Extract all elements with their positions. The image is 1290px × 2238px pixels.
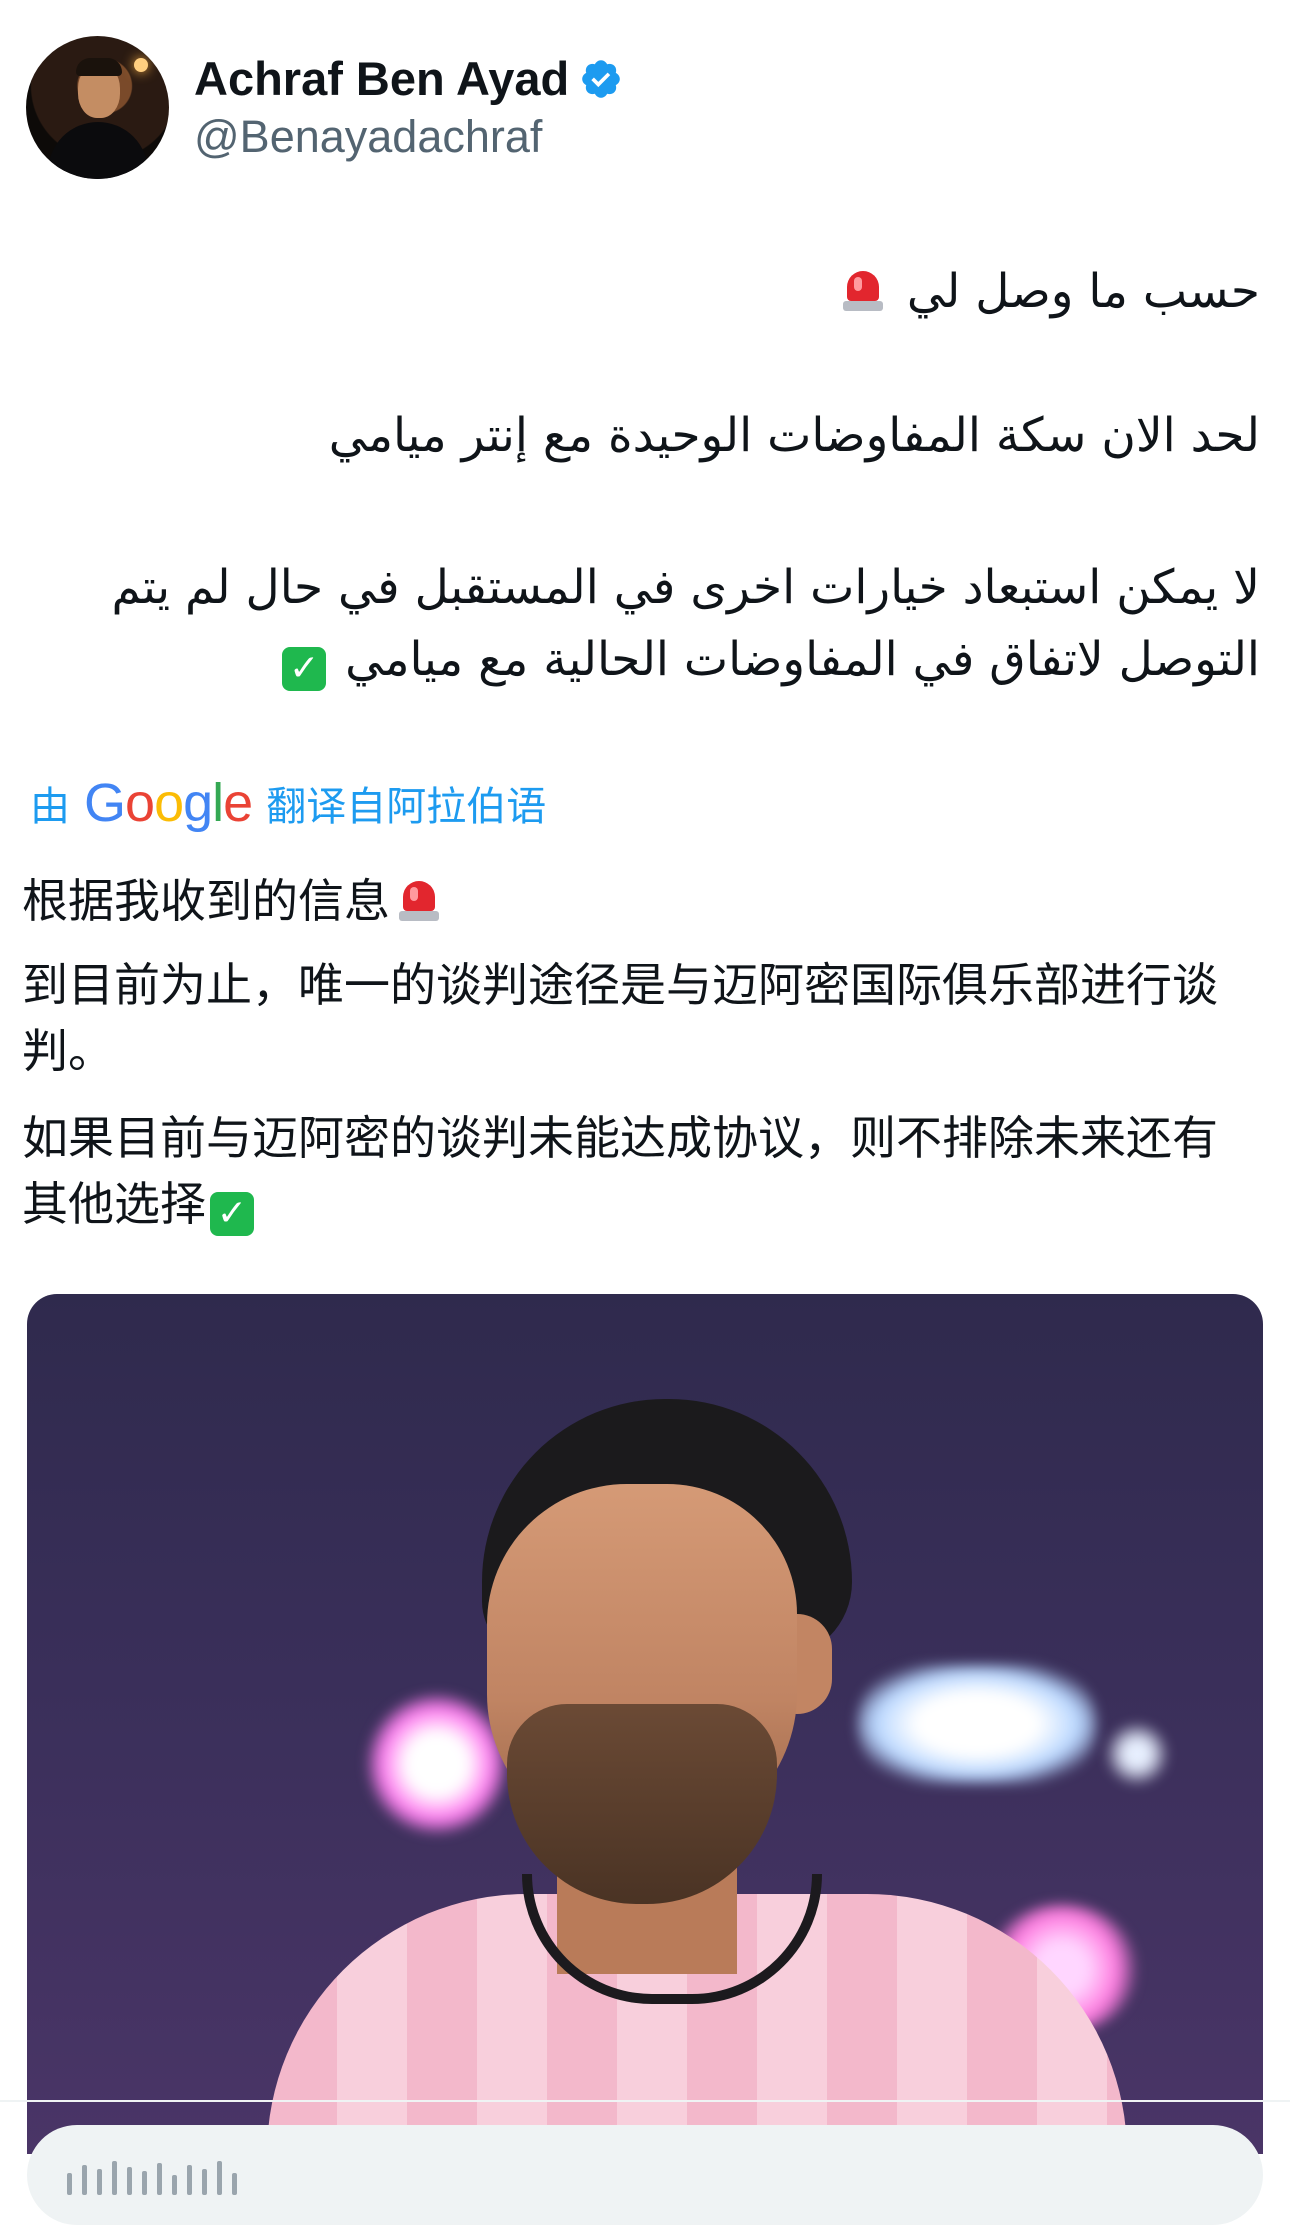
reply-input[interactable] <box>27 2125 1263 2225</box>
translated-suffix: 翻译自阿拉伯语 <box>266 784 547 830</box>
check-mark-button-icon: ✓ <box>210 1192 254 1236</box>
tweet-header: Achraf Ben Ayad @Benayadachraf <box>26 36 623 179</box>
avatar[interactable] <box>26 36 169 179</box>
tweet-photo[interactable] <box>27 1294 1263 2154</box>
tweet-page: Achraf Ben Ayad @Benayadachraf حسب ما وص… <box>0 0 1290 2238</box>
bottom-divider <box>0 2100 1290 2102</box>
translated-by-google[interactable]: 由 Google 翻译自阿拉伯语 <box>30 772 546 834</box>
avatar-light <box>134 58 148 72</box>
author-names: Achraf Ben Ayad @Benayadachraf <box>194 50 623 166</box>
check-mark-button-icon: ✓ <box>282 647 327 691</box>
translation-para-3: 如果目前与迈阿密的谈判未能达成协议，则不排除未来还有其他选择 ✓ <box>22 1105 1252 1237</box>
verified-badge-icon[interactable] <box>579 57 623 101</box>
arabic-line-1-text: حسب ما وصل لي <box>906 264 1260 319</box>
translation-para-2: 到目前为止，唯一的谈判途径是与迈阿密国际俱乐部进行谈判。 <box>22 958 1218 1078</box>
display-name[interactable]: Achraf Ben Ayad <box>194 50 569 108</box>
arabic-line-3: لا يمكن استبعاد خيارات اخرى في المستقبل … <box>30 552 1260 696</box>
author-handle[interactable]: @Benayadachraf <box>194 108 623 166</box>
avatar-hair <box>76 58 122 76</box>
bokeh-light <box>1107 1724 1167 1784</box>
translation-para-1: 根据我收到的信息 <box>22 868 1252 934</box>
translated-prefix: 由 <box>30 784 70 830</box>
display-name-row: Achraf Ben Ayad <box>194 50 623 108</box>
bokeh-light <box>367 1694 507 1834</box>
google-logo: Google <box>84 773 253 833</box>
bokeh-light <box>857 1664 1097 1784</box>
police-siren-icon <box>396 875 442 923</box>
arabic-line-1: حسب ما وصل لي <box>30 256 1260 328</box>
avatar-shoulders <box>48 122 148 179</box>
reply-placeholder-icon <box>67 2155 237 2195</box>
arabic-line-2: لحد الان سكة المفاوضات الوحيدة مع إنتر م… <box>328 408 1260 463</box>
translation-para-1-text: 根据我收到的信息 <box>22 874 390 928</box>
police-siren-icon <box>840 265 886 313</box>
translation-para-3-text: 如果目前与迈阿密的谈判未能达成协议，则不排除未来还有其他选择 <box>22 1111 1218 1231</box>
